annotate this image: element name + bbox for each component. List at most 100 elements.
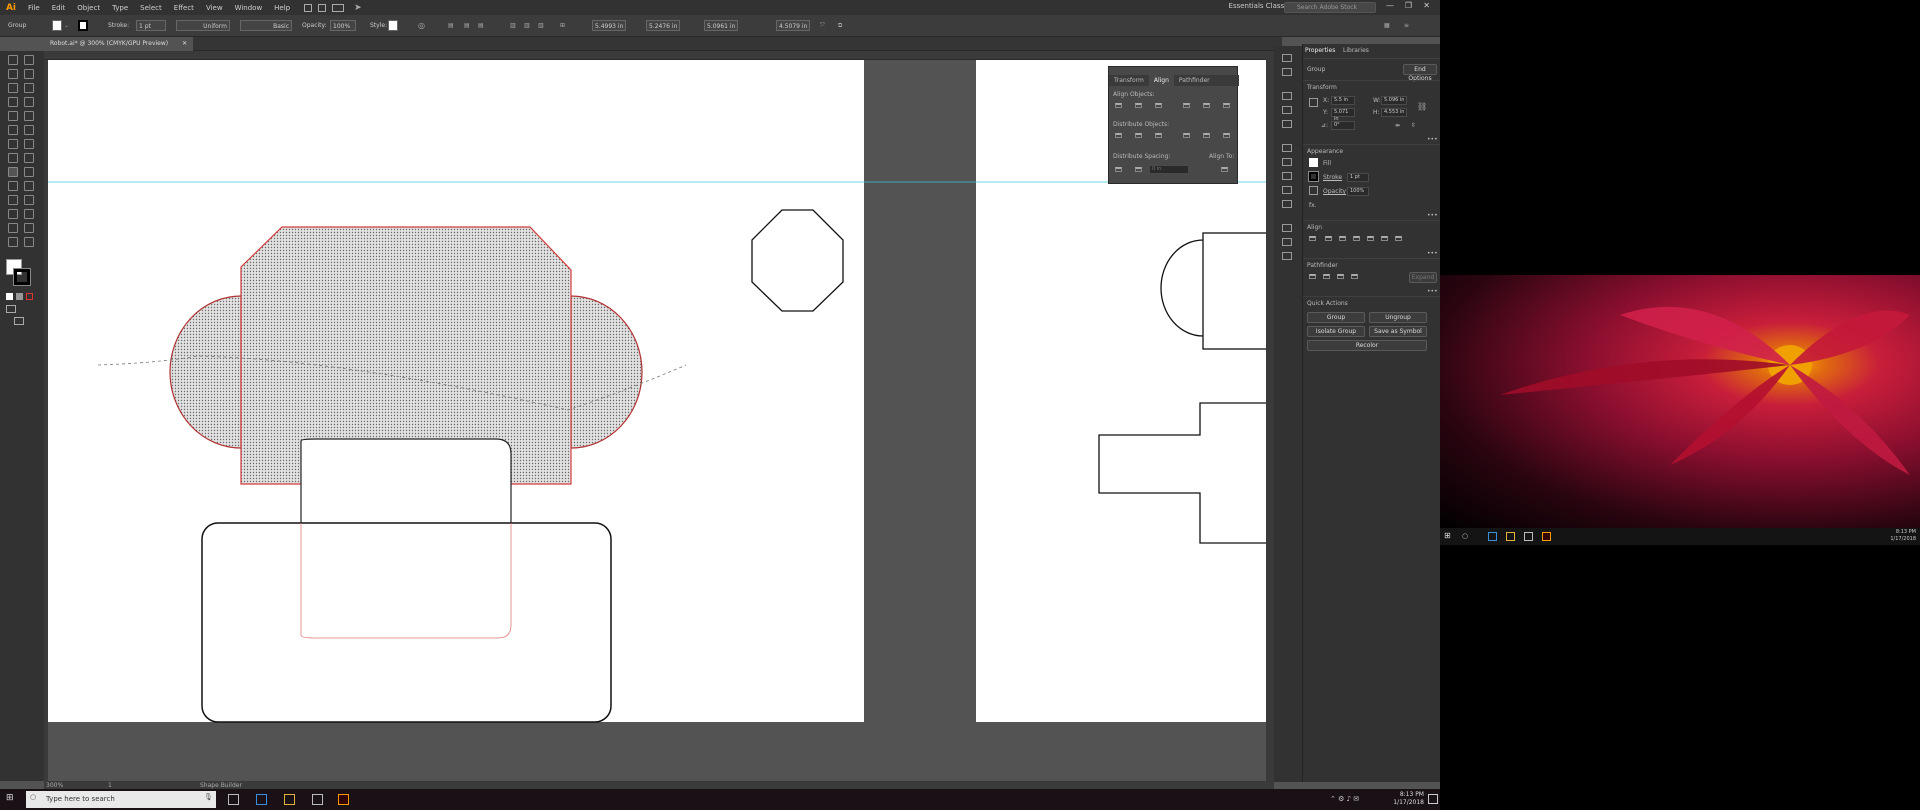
flip-vertical-icon[interactable]: ⇳ [1411,122,1416,129]
windows-start-icon[interactable]: ⊞ [6,793,14,803]
width-field[interactable]: 5.0961 in [704,20,738,31]
end-options-button[interactable]: End Options [1403,64,1437,82]
constrain-proportions-icon[interactable]: ⛓ [1417,102,1427,111]
horizontal-align-right-icon[interactable] [1155,103,1162,108]
isolate-icon[interactable]: ⧉ [838,20,842,31]
gradient-tool-icon[interactable] [24,181,34,191]
align-top-icon[interactable]: ▥ [510,20,516,31]
rectangle-tool-icon[interactable] [8,111,18,121]
more-pathfinder-options-icon[interactable]: ••• [1427,288,1438,295]
horizontal-distribute-space-icon[interactable] [1135,167,1142,172]
tab-align[interactable]: Align [1148,75,1174,86]
arrange-documents-icon[interactable] [332,3,345,12]
menu-window[interactable]: Window [229,4,269,12]
gpu-performance-icon[interactable]: ➤ [354,3,362,13]
menu-view[interactable]: View [200,4,229,12]
align-right-icon[interactable]: ▤ [478,20,484,31]
x-field[interactable]: 5.4993 in [592,20,626,31]
transform-x-field[interactable]: 5.5 in [1331,96,1355,105]
vertical-align-bottom-icon[interactable] [1223,103,1230,108]
taskbar-clock[interactable]: 8:13 PM 1/17/2018 [1393,791,1424,807]
recolor-button[interactable]: Recolor [1307,340,1427,351]
illustrator-taskbar-icon[interactable] [338,794,349,805]
horizontal-align-left-icon[interactable] [1115,103,1122,108]
horizontal-align-center-icon[interactable] [1135,103,1142,108]
height-field[interactable]: 4.5079 in [776,20,810,31]
stock-icon[interactable] [318,3,327,12]
second-clock[interactable]: 8:13 PM 1/17/2018 [1890,529,1916,543]
tab-libraries[interactable]: Libraries [1343,47,1369,54]
drawing-mode-icon[interactable] [6,305,16,313]
props-align-vcenter-icon[interactable] [1381,236,1388,241]
props-align-left-icon[interactable] [1325,236,1332,241]
menu-help[interactable]: Help [268,4,296,12]
distribute-top-icon[interactable] [1115,133,1122,138]
brushes-icon[interactable] [1282,106,1292,114]
isolate-group-button[interactable]: Isolate Group [1307,326,1365,337]
second-explorer-icon[interactable] [1506,532,1515,541]
flip-horizontal-icon[interactable]: ⇹ [1395,122,1400,129]
rotate-angle-field[interactable]: 0° [1331,121,1355,130]
document-tab[interactable]: Robot.ai* @ 300% (CMYK/GPU Preview) ✕ [44,37,194,51]
file-explorer-icon[interactable] [284,794,295,805]
ungroup-button[interactable]: Ungroup [1369,312,1427,323]
direct-selection-tool-icon[interactable] [24,55,34,65]
vertical-align-center-icon[interactable] [1203,103,1210,108]
tab-properties[interactable]: Properties [1305,47,1335,54]
menu-file[interactable]: File [22,4,46,12]
fill-dropdown-icon[interactable]: ⌄ [64,20,69,31]
perspective-grid-tool-icon[interactable] [24,167,34,177]
exclude-icon[interactable] [1351,274,1358,279]
column-graph-tool-icon[interactable] [24,209,34,219]
hand-tool-icon[interactable] [8,237,18,247]
edge-icon[interactable] [256,794,267,805]
opacity-field[interactable]: 100% [330,20,356,31]
microphone-icon[interactable]: 🎙 [204,793,213,801]
second-mail-icon[interactable] [1524,532,1533,541]
align-center-icon[interactable]: ▤ [464,20,470,31]
appearance-fill-label[interactable]: Fill [1323,160,1331,167]
mesh-tool-icon[interactable] [8,181,18,191]
layers-panel-icon[interactable] [1282,224,1292,232]
menu-object[interactable]: Object [71,4,106,12]
horizontal-ruler[interactable] [44,51,1266,60]
fx-button[interactable]: fx. [1309,202,1317,209]
opacity-label[interactable]: Opacity: [302,20,327,31]
distribute-hcenter-icon[interactable] [1203,133,1210,138]
system-tray-icons[interactable]: ⌃ ⚙ ♪ ✉ [1330,795,1359,803]
screen-mode-icon[interactable] [14,317,24,325]
blend-tool-icon[interactable] [24,195,34,205]
close-tab-icon[interactable]: ✕ [182,37,187,51]
rotate-tool-icon[interactable] [8,139,18,149]
magic-wand-tool-icon[interactable] [8,69,18,79]
variable-width-profile[interactable]: Uniform [176,20,230,31]
distribute-left-icon[interactable] [1183,133,1190,138]
eyedropper-tool-icon[interactable] [8,195,18,205]
distribute-vcenter-icon[interactable] [1135,133,1142,138]
shape-builder-tool-icon[interactable] [8,167,18,177]
appearance-stroke-field[interactable]: 1 pt [1347,173,1369,182]
props-align-bottom-icon[interactable] [1395,236,1402,241]
arrange-icon[interactable]: ▦ [1384,20,1390,31]
paintbrush-tool-icon[interactable] [24,111,34,121]
swatches-icon[interactable] [1282,92,1292,100]
gradient-mode-icon[interactable] [16,293,23,300]
appearance-fill-swatch[interactable] [1309,158,1318,167]
transform-y-field[interactable]: 5.071 in [1331,108,1355,122]
y-field[interactable]: 5.2476 in [646,20,680,31]
minimize-button[interactable]: — [1386,1,1394,10]
appearance-stroke-swatch[interactable] [1308,171,1319,182]
graphic-style-swatch[interactable] [388,20,398,31]
menu-type[interactable]: Type [106,4,134,12]
save-as-symbol-button[interactable]: Save as Symbol [1369,326,1427,337]
symbol-sprayer-tool-icon[interactable] [8,209,18,219]
width-tool-icon[interactable] [8,153,18,163]
lasso-tool-icon[interactable] [24,69,34,79]
brush-definition[interactable]: Basic [240,20,292,31]
minus-front-icon[interactable] [1323,274,1330,279]
stock-search-input[interactable]: Search Adobe Stock [1284,2,1376,13]
stroke-panel-icon[interactable] [1282,144,1292,152]
menu-select[interactable]: Select [134,4,168,12]
vertical-scrollbar[interactable] [1266,51,1274,781]
graphic-styles-icon[interactable] [1282,200,1292,208]
